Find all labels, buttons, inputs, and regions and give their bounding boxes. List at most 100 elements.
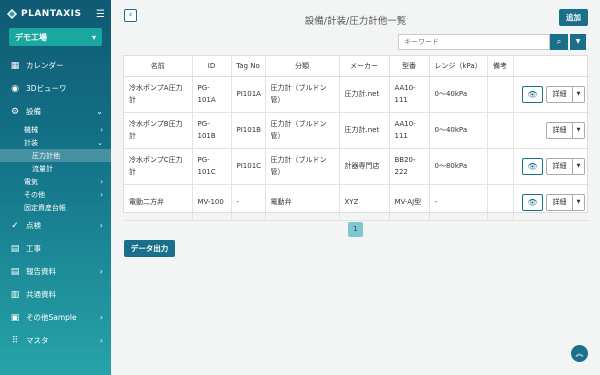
factory-select[interactable]: デモ工場 ▾ [9,28,102,46]
report-icon: ▤ [10,266,20,277]
col-tag[interactable]: Tag No [231,56,266,77]
detail-label: 詳細 [547,194,573,210]
col-maker[interactable]: メーカー [339,56,390,77]
nav-equipment-label: 設備 [26,107,41,116]
page-title: 設備/計装/圧力計他一覧 [304,16,407,27]
chevron-down-icon[interactable]: ▼ [573,87,584,102]
chevron-down-icon[interactable]: ▼ [573,195,584,210]
nav-machine[interactable]: 機械 › [0,123,111,136]
nav-shared-label: 共通資料 [26,290,56,299]
view-icon[interactable]: 👁 [522,157,543,175]
add-button[interactable]: 追加 [559,9,588,26]
chevron-down-icon: ▾ [91,32,96,42]
cell-name: 冷水ポンプC圧力計 [124,148,193,185]
chevron-down-icon[interactable]: ▼ [573,159,584,174]
nav-other-sample[interactable]: ▣ その他Sample › [0,306,111,329]
files-icon: ▥ [10,289,20,300]
logo-row: PLANTAXIS ☰ [0,0,111,28]
nav-calendar[interactable]: ▦ カレンダー [0,54,111,77]
cell-model: BB20-222 [389,148,430,185]
calendar-icon: ▦ [10,60,20,71]
search-options-dropdown[interactable]: ▼ [570,34,586,50]
detail-button[interactable]: 詳細 ▼ [546,85,585,103]
nav-other-sample-label: その他Sample [26,313,77,322]
table-row: 電動二方弁 MV-100- 電動弁 XYZ MV-AJ型 - 👁 詳細 ▼ [124,184,589,221]
chevron-right-icon: › [100,177,103,186]
col-id[interactable]: ID [192,56,232,77]
cell-category: 電動弁 [265,184,340,221]
nav-meter[interactable]: 計装 ⌄ [0,136,111,149]
nav-pressure-meter[interactable]: 圧力計他 [0,149,111,162]
cell-actions: 詳細 ▼ [513,112,589,149]
col-name[interactable]: 名前 [124,56,193,77]
col-actions [513,56,589,77]
chevron-right-icon: › [99,267,103,276]
nav-pressure-meter-label: 圧力計他 [32,151,60,160]
cell-tag: - [231,184,266,221]
detail-button[interactable]: 詳細 ▼ [546,121,585,139]
cell-note [487,112,514,149]
cell-maker: XYZ [339,184,390,221]
chevron-down-icon: ⌄ [97,138,103,147]
cell-actions: 👁 詳細 ▼ [513,148,589,185]
cell-id: PG-101A [192,76,232,113]
cell-range: 0〜80kPa [429,148,488,185]
logo-icon [7,9,17,19]
nav-3d-viewer[interactable]: ◉ 3Dビューワ [0,77,111,100]
equipment-table: 名前 ID Tag No 分類 メーカー 型番 レンジ（kPa） 備考 冷水ポン… [123,55,589,221]
nav-construction[interactable]: ▤ 工事 [0,237,111,260]
nav-meter-label: 計装 [24,138,38,147]
document-icon: ▤ [10,243,20,254]
pagination-page[interactable]: 1 [348,222,363,237]
nav-electric[interactable]: 電気 › [0,175,111,188]
nav-construction-label: 工事 [26,244,41,253]
folder-icon: ▣ [10,312,20,323]
cell-tag: PI101C [231,148,266,185]
export-button[interactable]: データ出力 [124,240,175,257]
cell-name: 電動二方弁 [124,184,193,221]
cell-note [487,184,514,221]
nav-fixed-assets[interactable]: 固定資産台帳 [0,201,111,214]
search-input[interactable]: キーワード [398,34,550,50]
chevron-right-icon: › [99,313,103,322]
nav-report-label: 報告資料 [26,267,56,276]
nav-fixed-assets-label: 固定資産台帳 [24,203,66,212]
nav-flow-meter[interactable]: 流量計 [0,162,111,175]
nav-other[interactable]: その他 › [0,188,111,201]
cell-tag: PI101A [231,76,266,113]
cell-range: - [429,184,488,221]
eye-icon: ◉ [11,83,19,94]
table-row: 冷水ポンプB圧力計 PG-101B PI101B 圧力計（ブルドン管） 圧力計.net A… [124,112,589,149]
table-row: 冷水ポンプA圧力計 PG-101A PI101A 圧力計（ブルドン管） 圧力計.net A… [124,76,589,113]
scroll-top-icon[interactable]: ︽ [571,345,588,362]
nav-master[interactable]: ⠿ マスタ › [0,329,111,352]
view-icon[interactable]: 👁 [522,85,543,103]
cell-id: PG-101C [192,148,232,185]
view-icon[interactable]: 👁 [522,193,543,211]
cell-id: PG-101B [192,112,232,149]
chevron-down-icon[interactable]: ▼ [573,123,584,138]
cell-name: 冷水ポンプA圧力計 [124,76,193,113]
search-icon[interactable]: ⌕ [550,34,568,50]
detail-button[interactable]: 詳細 ▼ [546,157,585,175]
cell-maker: 計器専門店 [339,148,390,185]
cell-id: MV-100 [192,184,232,221]
brand-name: PLANTAXIS [21,9,82,19]
col-model[interactable]: 型番 [389,56,430,77]
nav-report[interactable]: ▤ 報告資料 › [0,260,111,283]
nav-shared[interactable]: ▥ 共通資料 [0,283,111,306]
nav-master-label: マスタ [26,336,49,345]
chevron-right-icon: › [100,190,103,199]
grid-icon: ⠿ [11,335,19,346]
col-range[interactable]: レンジ（kPa） [429,56,488,77]
detail-label: 詳細 [547,86,573,102]
col-category[interactable]: 分類 [265,56,340,77]
detail-button[interactable]: 詳細 ▼ [546,193,585,211]
nav-inspection[interactable]: ✓ 点検 › [0,214,111,237]
detail-label: 詳細 [547,122,573,138]
cell-name: 冷水ポンプB圧力計 [124,112,193,149]
col-note[interactable]: 備考 [487,56,514,77]
nav-equipment[interactable]: ⚙ 設備 ⌄ [0,100,111,123]
main-content: ‹ 設備/計装/圧力計他一覧 追加 キーワード ⌕ ▼ 名前 ID Tag No… [111,0,600,375]
menu-icon[interactable]: ☰ [96,9,105,20]
